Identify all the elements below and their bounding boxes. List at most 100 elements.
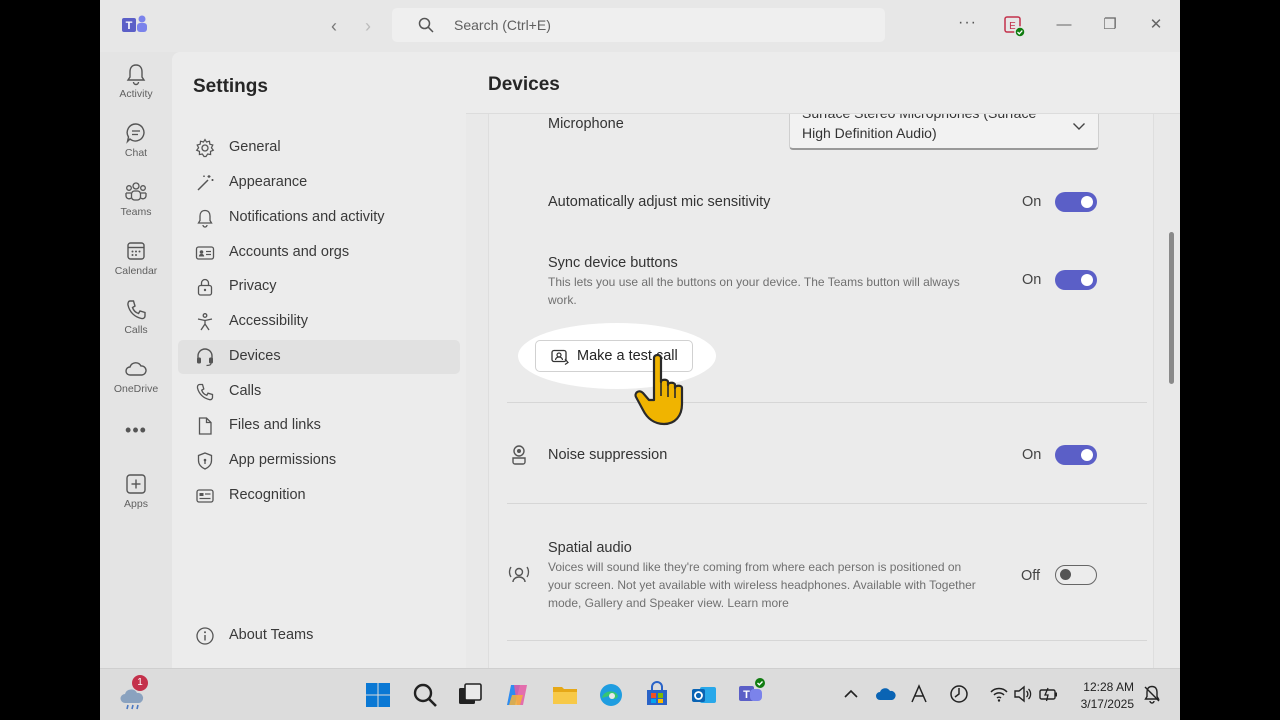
notifications-bell-icon[interactable] (1142, 684, 1162, 704)
settings-item-general[interactable]: General (178, 131, 460, 165)
windows-taskbar: 1 T 12:28 AM 3/17/2025 (100, 668, 1180, 720)
teams-taskbar-icon[interactable]: T (736, 677, 768, 709)
sync-buttons-state: On (1022, 272, 1042, 288)
teams-logo-icon[interactable]: T (122, 14, 148, 36)
notification-badge: 1 (132, 675, 148, 691)
chevron-down-icon (1072, 120, 1086, 134)
wifi-icon[interactable] (989, 684, 1009, 704)
more-apps-button[interactable]: ••• (100, 420, 172, 441)
svg-text:T: T (743, 689, 750, 701)
settings-item-label: Accounts and orgs (229, 244, 350, 260)
search-icon (418, 17, 434, 33)
calendar-icon (127, 242, 145, 260)
settings-item-label: Files and links (229, 417, 321, 433)
settings-item-app-permissions[interactable]: App permissions (178, 444, 460, 478)
settings-item-label: App permissions (229, 452, 337, 468)
headset-icon (197, 348, 213, 367)
settings-item-appearance[interactable]: Appearance (178, 166, 460, 200)
rail-item-chat[interactable]: Chat (100, 115, 172, 169)
copilot-icon[interactable] (503, 681, 531, 709)
system-clock[interactable]: 12:28 AM 3/17/2025 (1070, 679, 1134, 713)
settings-item-accounts[interactable]: Accounts and orgs (178, 236, 460, 270)
clock-status-icon[interactable] (948, 683, 970, 705)
onedrive-cloud-icon[interactable] (875, 685, 897, 703)
more-options-button[interactable]: ··· (958, 14, 977, 32)
search-input[interactable]: Search (Ctrl+E) (392, 8, 885, 42)
rail-label: Apps (124, 498, 148, 510)
search-icon[interactable] (411, 681, 439, 709)
microphone-dropdown[interactable]: Surface Stereo Microphones (Surface High… (789, 110, 1099, 150)
chat-icon (126, 123, 145, 144)
close-button[interactable]: ✕ (1146, 14, 1166, 36)
rail-item-activity[interactable]: Activity (100, 56, 172, 110)
settings-item-label: Appearance (229, 174, 308, 190)
noise-suppression-toggle[interactable] (1055, 445, 1097, 465)
rail-item-apps[interactable]: Apps (100, 466, 172, 520)
restore-button[interactable]: ❐ (1100, 14, 1120, 36)
info-icon (196, 627, 214, 645)
sync-buttons-toggle[interactable] (1055, 270, 1097, 290)
rail-item-calls[interactable]: Calls (100, 292, 172, 346)
id-card-icon (195, 246, 215, 260)
add-apps-icon (126, 474, 146, 494)
search-placeholder: Search (Ctrl+E) (454, 17, 551, 33)
settings-item-label: Devices (229, 348, 281, 364)
file-explorer-icon[interactable] (551, 681, 579, 709)
test-call-icon (551, 349, 569, 365)
devices-card: Microphone Surface Stereo Microphones (S… (488, 110, 1154, 674)
spatial-audio-toggle[interactable] (1055, 565, 1097, 585)
task-view-icon[interactable] (456, 681, 484, 709)
chevron-up-icon[interactable] (842, 685, 860, 703)
rail-item-calendar[interactable]: Calendar (100, 233, 172, 287)
settings-pane: Settings General Appearance Notification… (172, 52, 466, 668)
settings-item-recognition[interactable]: Recognition (178, 479, 460, 513)
rail-label: Calendar (114, 265, 158, 277)
rail-item-onedrive[interactable]: OneDrive (100, 351, 172, 405)
phone-icon (127, 300, 146, 320)
battery-icon[interactable] (1038, 684, 1060, 704)
accessibility-icon (197, 313, 213, 331)
settings-item-notifications[interactable]: Notifications and activity (178, 201, 460, 235)
noise-suppression-icon (512, 445, 526, 465)
spatial-desc-line1: Voices will sound like they're coming fr… (548, 560, 962, 574)
section-divider (507, 503, 1147, 504)
auto-mic-toggle[interactable] (1055, 192, 1097, 212)
hand-pointer-cursor-icon (634, 353, 684, 426)
settings-item-calls[interactable]: Calls (178, 375, 460, 409)
sync-buttons-label: Sync device buttons (548, 255, 678, 271)
section-divider (507, 640, 1147, 641)
sync-buttons-description: This lets you use all the buttons on you… (548, 273, 998, 309)
devices-title: Devices (488, 74, 560, 95)
recognition-icon (196, 489, 214, 503)
settings-item-privacy[interactable]: Privacy (178, 270, 460, 304)
edge-browser-icon[interactable] (597, 681, 625, 709)
teams-icon (125, 182, 147, 201)
microsoft-store-icon[interactable] (643, 681, 671, 709)
section-divider (507, 402, 1147, 403)
windows-start-icon[interactable] (364, 681, 392, 709)
phone-icon (196, 383, 214, 401)
rail-item-teams[interactable]: Teams (100, 174, 172, 228)
settings-item-accessibility[interactable]: Accessibility (178, 305, 460, 339)
back-button[interactable]: ‹ (324, 16, 344, 36)
outlook-icon[interactable] (690, 681, 718, 709)
wand-icon (197, 175, 214, 191)
minimize-button[interactable]: — (1054, 14, 1074, 36)
microphone-value-line2: High Definition Audio) (802, 125, 937, 141)
profile-avatar-icon[interactable]: E (1004, 16, 1026, 38)
rail-label: Activity (119, 88, 153, 100)
about-teams-link[interactable]: About Teams (178, 619, 460, 653)
spatial-audio-icon (508, 566, 530, 583)
volume-icon[interactable] (1013, 684, 1033, 704)
scrollbar-thumb[interactable] (1169, 232, 1174, 384)
settings-item-devices[interactable]: Devices (178, 340, 460, 374)
about-teams-label: About Teams (229, 627, 314, 643)
settings-item-files[interactable]: Files and links (178, 409, 460, 443)
spatial-desc-line2: your screen. Not yet available with wire… (548, 578, 976, 592)
auto-mic-state: On (1022, 194, 1042, 210)
svg-text:T: T (126, 20, 133, 32)
font-icon[interactable] (909, 683, 929, 705)
cloud-icon (125, 362, 147, 376)
forward-button[interactable]: › (358, 16, 378, 36)
spatial-desc-line3: mode, Gallery and Speaker view. Learn mo… (548, 596, 789, 610)
